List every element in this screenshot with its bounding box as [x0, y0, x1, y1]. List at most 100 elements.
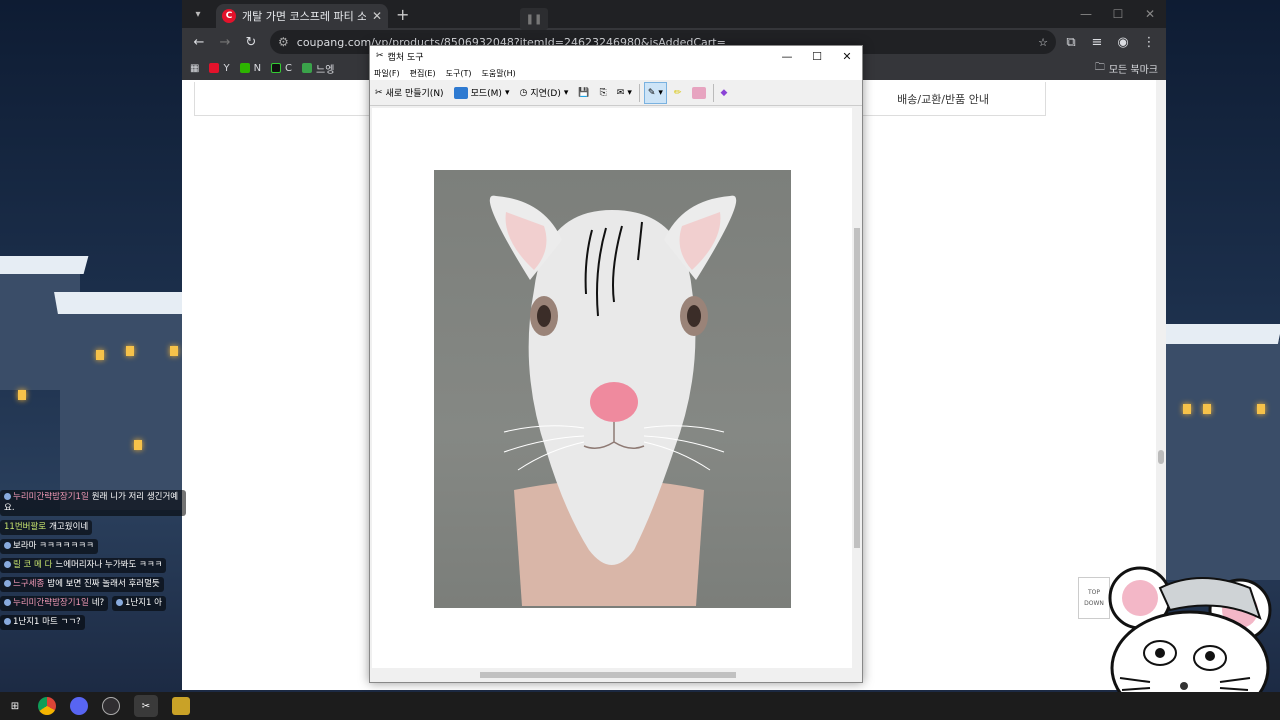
- copy-button[interactable]: ⎘: [597, 82, 610, 104]
- snowy-village-left: [0, 230, 187, 530]
- reload-button[interactable]: ↻: [240, 31, 262, 53]
- snip-toolbar: ✂ 새로 만들기(N) 모드(M) ▾ ◷ 지연(D) ▾ 💾 ⎘ ✉ ▾ ✎ ▾ …: [370, 80, 862, 106]
- eraser-button[interactable]: [689, 82, 709, 104]
- snip-vscroll-thumb[interactable]: [854, 228, 860, 548]
- snip-canvas[interactable]: [372, 108, 852, 668]
- coupang-favicon-icon: C: [222, 9, 236, 23]
- send-button[interactable]: ✉ ▾: [614, 82, 635, 104]
- apps-grid-icon[interactable]: ▦: [190, 63, 199, 74]
- scissors-icon: ✂: [376, 51, 384, 61]
- windows-start-icon[interactable]: ⊞: [6, 697, 24, 715]
- folder-icon: 🗀: [1094, 61, 1105, 73]
- forward-button[interactable]: →: [214, 31, 236, 53]
- mode-dropdown-icon: ▾: [504, 87, 510, 98]
- menu-edit[interactable]: 편집(E): [410, 68, 436, 79]
- discord-icon[interactable]: [70, 697, 88, 715]
- new-snip-button[interactable]: ✂ 새로 만들기(N): [372, 82, 447, 104]
- clock-icon: ◷: [519, 87, 528, 98]
- mode-icon: [453, 86, 468, 99]
- maximize-button[interactable]: ☐: [1102, 0, 1134, 28]
- chat-message: 11번버팔로 개고웠이네: [0, 520, 93, 535]
- chat-message: 1난지1 마트 ㄱㄱ?: [0, 615, 85, 630]
- new-tab-button[interactable]: +: [396, 5, 409, 24]
- chat-badge-icon: [4, 561, 11, 568]
- menu-file[interactable]: 파일(F): [374, 68, 400, 79]
- stream-chat-overlay: 누리미간략밤장기1일 원래 니가 저리 생긴거예요. 11번버팔로 개고웠이네 보라…: [0, 488, 186, 632]
- mode-button[interactable]: 모드(M) ▾: [451, 82, 513, 104]
- naver-icon: [239, 63, 250, 73]
- tab-search-button[interactable]: ▾: [186, 4, 210, 24]
- bookmark-c[interactable]: C: [271, 63, 292, 74]
- eraser-icon: [691, 86, 706, 99]
- chat-badge-icon: [4, 618, 11, 625]
- snip-window-controls: — ☐ ✕: [772, 46, 862, 66]
- mouse-mask-photo: [434, 170, 791, 608]
- bookmark-icon: [302, 63, 313, 73]
- menu-tools[interactable]: 도구(T): [446, 68, 472, 79]
- snip-minimize-button[interactable]: —: [772, 46, 802, 66]
- bookmark-neung[interactable]: 느엥: [302, 61, 334, 76]
- pen-button[interactable]: ✎ ▾: [643, 81, 667, 104]
- scroll-top-button[interactable]: TOP: [1088, 589, 1100, 596]
- tab-bar: ▾ C 개탈 가면 코스프레 파티 소품 ✕ + ❚❚ — ☐ ✕: [182, 0, 1166, 30]
- delay-dropdown-icon: ▾: [563, 87, 569, 98]
- pen-icon: ✎: [647, 87, 656, 98]
- chat-badge-icon: [4, 493, 11, 500]
- window-controls: — ☐ ✕: [1070, 0, 1166, 28]
- obs-icon[interactable]: [102, 697, 120, 715]
- snowy-village-right: [1158, 280, 1280, 580]
- toolbar-divider: [638, 83, 640, 102]
- chat-message: 1난지1 아: [111, 596, 166, 611]
- menu-kebab-icon[interactable]: ⋮: [1138, 31, 1160, 53]
- chat-message: 릴 코 메 다 느에머리자나 누가봐도 ㅋㅋㅋ: [0, 558, 167, 573]
- chzzk-icon: [271, 63, 282, 73]
- save-button[interactable]: 💾: [575, 82, 592, 104]
- back-button[interactable]: ←: [188, 31, 210, 53]
- chat-message: 보라마 ㅋㅋㅋㅋㅋㅋㅋ: [0, 539, 98, 554]
- new-snip-icon: ✂: [375, 87, 383, 98]
- snip-titlebar: ✂ 캡처 도구 — ☐ ✕: [370, 46, 862, 66]
- snipping-tool-window: ✂ 캡처 도구 — ☐ ✕ 파일(F) 편집(E) 도구(T) 도움말(H) ✂…: [369, 45, 863, 683]
- snip-vertical-scrollbar[interactable]: [852, 108, 862, 668]
- all-bookmarks[interactable]: 🗀 모든 북마크: [1095, 60, 1158, 77]
- chat-message: 누리미간략밤장기1일 원래 니가 저리 생긴거예요.: [0, 490, 186, 516]
- highlighter-icon: ✏: [673, 87, 682, 98]
- chat-message: 누리미간략밤장기1일 네?: [0, 596, 109, 611]
- browser-tab[interactable]: C 개탈 가면 코스프레 파티 소품 ✕: [216, 4, 388, 28]
- send-icon: ✉: [616, 87, 625, 98]
- mouse-mask-image: [489, 195, 737, 606]
- toolbar-divider: [712, 83, 714, 102]
- delay-button[interactable]: ◷ 지연(D) ▾: [516, 82, 571, 104]
- snip-horizontal-scrollbar[interactable]: [372, 670, 854, 680]
- minimize-button[interactable]: —: [1070, 0, 1102, 28]
- paint3d-icon: ◆: [720, 87, 728, 98]
- copy-icon: ⎘: [599, 87, 607, 98]
- scrollbar-thumb[interactable]: [1158, 450, 1164, 464]
- youtube-icon: [209, 63, 220, 73]
- bookmark-star-icon[interactable]: ☆: [1038, 36, 1048, 49]
- extensions-icon[interactable]: ⧉: [1060, 31, 1082, 53]
- bookmark-n[interactable]: N: [239, 63, 261, 74]
- tab-title: 개탈 가면 코스프레 파티 소품: [242, 10, 366, 23]
- chat-badge-icon: [115, 599, 123, 606]
- menu-help[interactable]: 도움말(H): [481, 68, 515, 79]
- tab-close-icon[interactable]: ✕: [372, 9, 382, 23]
- snip-close-button[interactable]: ✕: [832, 46, 862, 66]
- snip-hscroll-thumb[interactable]: [480, 672, 736, 678]
- profile-avatar[interactable]: ◉: [1112, 31, 1134, 53]
- bookmark-y[interactable]: Y: [209, 63, 230, 74]
- snip-title: 캡처 도구: [387, 52, 424, 63]
- snip-menubar: 파일(F) 편집(E) 도구(T) 도움말(H): [370, 66, 862, 80]
- site-info-icon[interactable]: ⚙: [278, 35, 289, 49]
- chat-badge-icon: [4, 599, 11, 606]
- snip-maximize-button[interactable]: ☐: [802, 46, 832, 66]
- app-icon[interactable]: [172, 697, 190, 715]
- windows-taskbar: ⊞ ✂: [0, 692, 1280, 720]
- snipping-tool-taskbar-icon[interactable]: ✂: [134, 695, 158, 717]
- close-button[interactable]: ✕: [1134, 0, 1166, 28]
- reading-list-icon[interactable]: ≡: [1086, 31, 1108, 53]
- pause-icon[interactable]: ❚❚: [520, 8, 548, 30]
- highlighter-button[interactable]: ✏: [671, 82, 685, 104]
- chrome-icon[interactable]: [38, 697, 56, 715]
- paint3d-button[interactable]: ◆: [718, 82, 731, 104]
